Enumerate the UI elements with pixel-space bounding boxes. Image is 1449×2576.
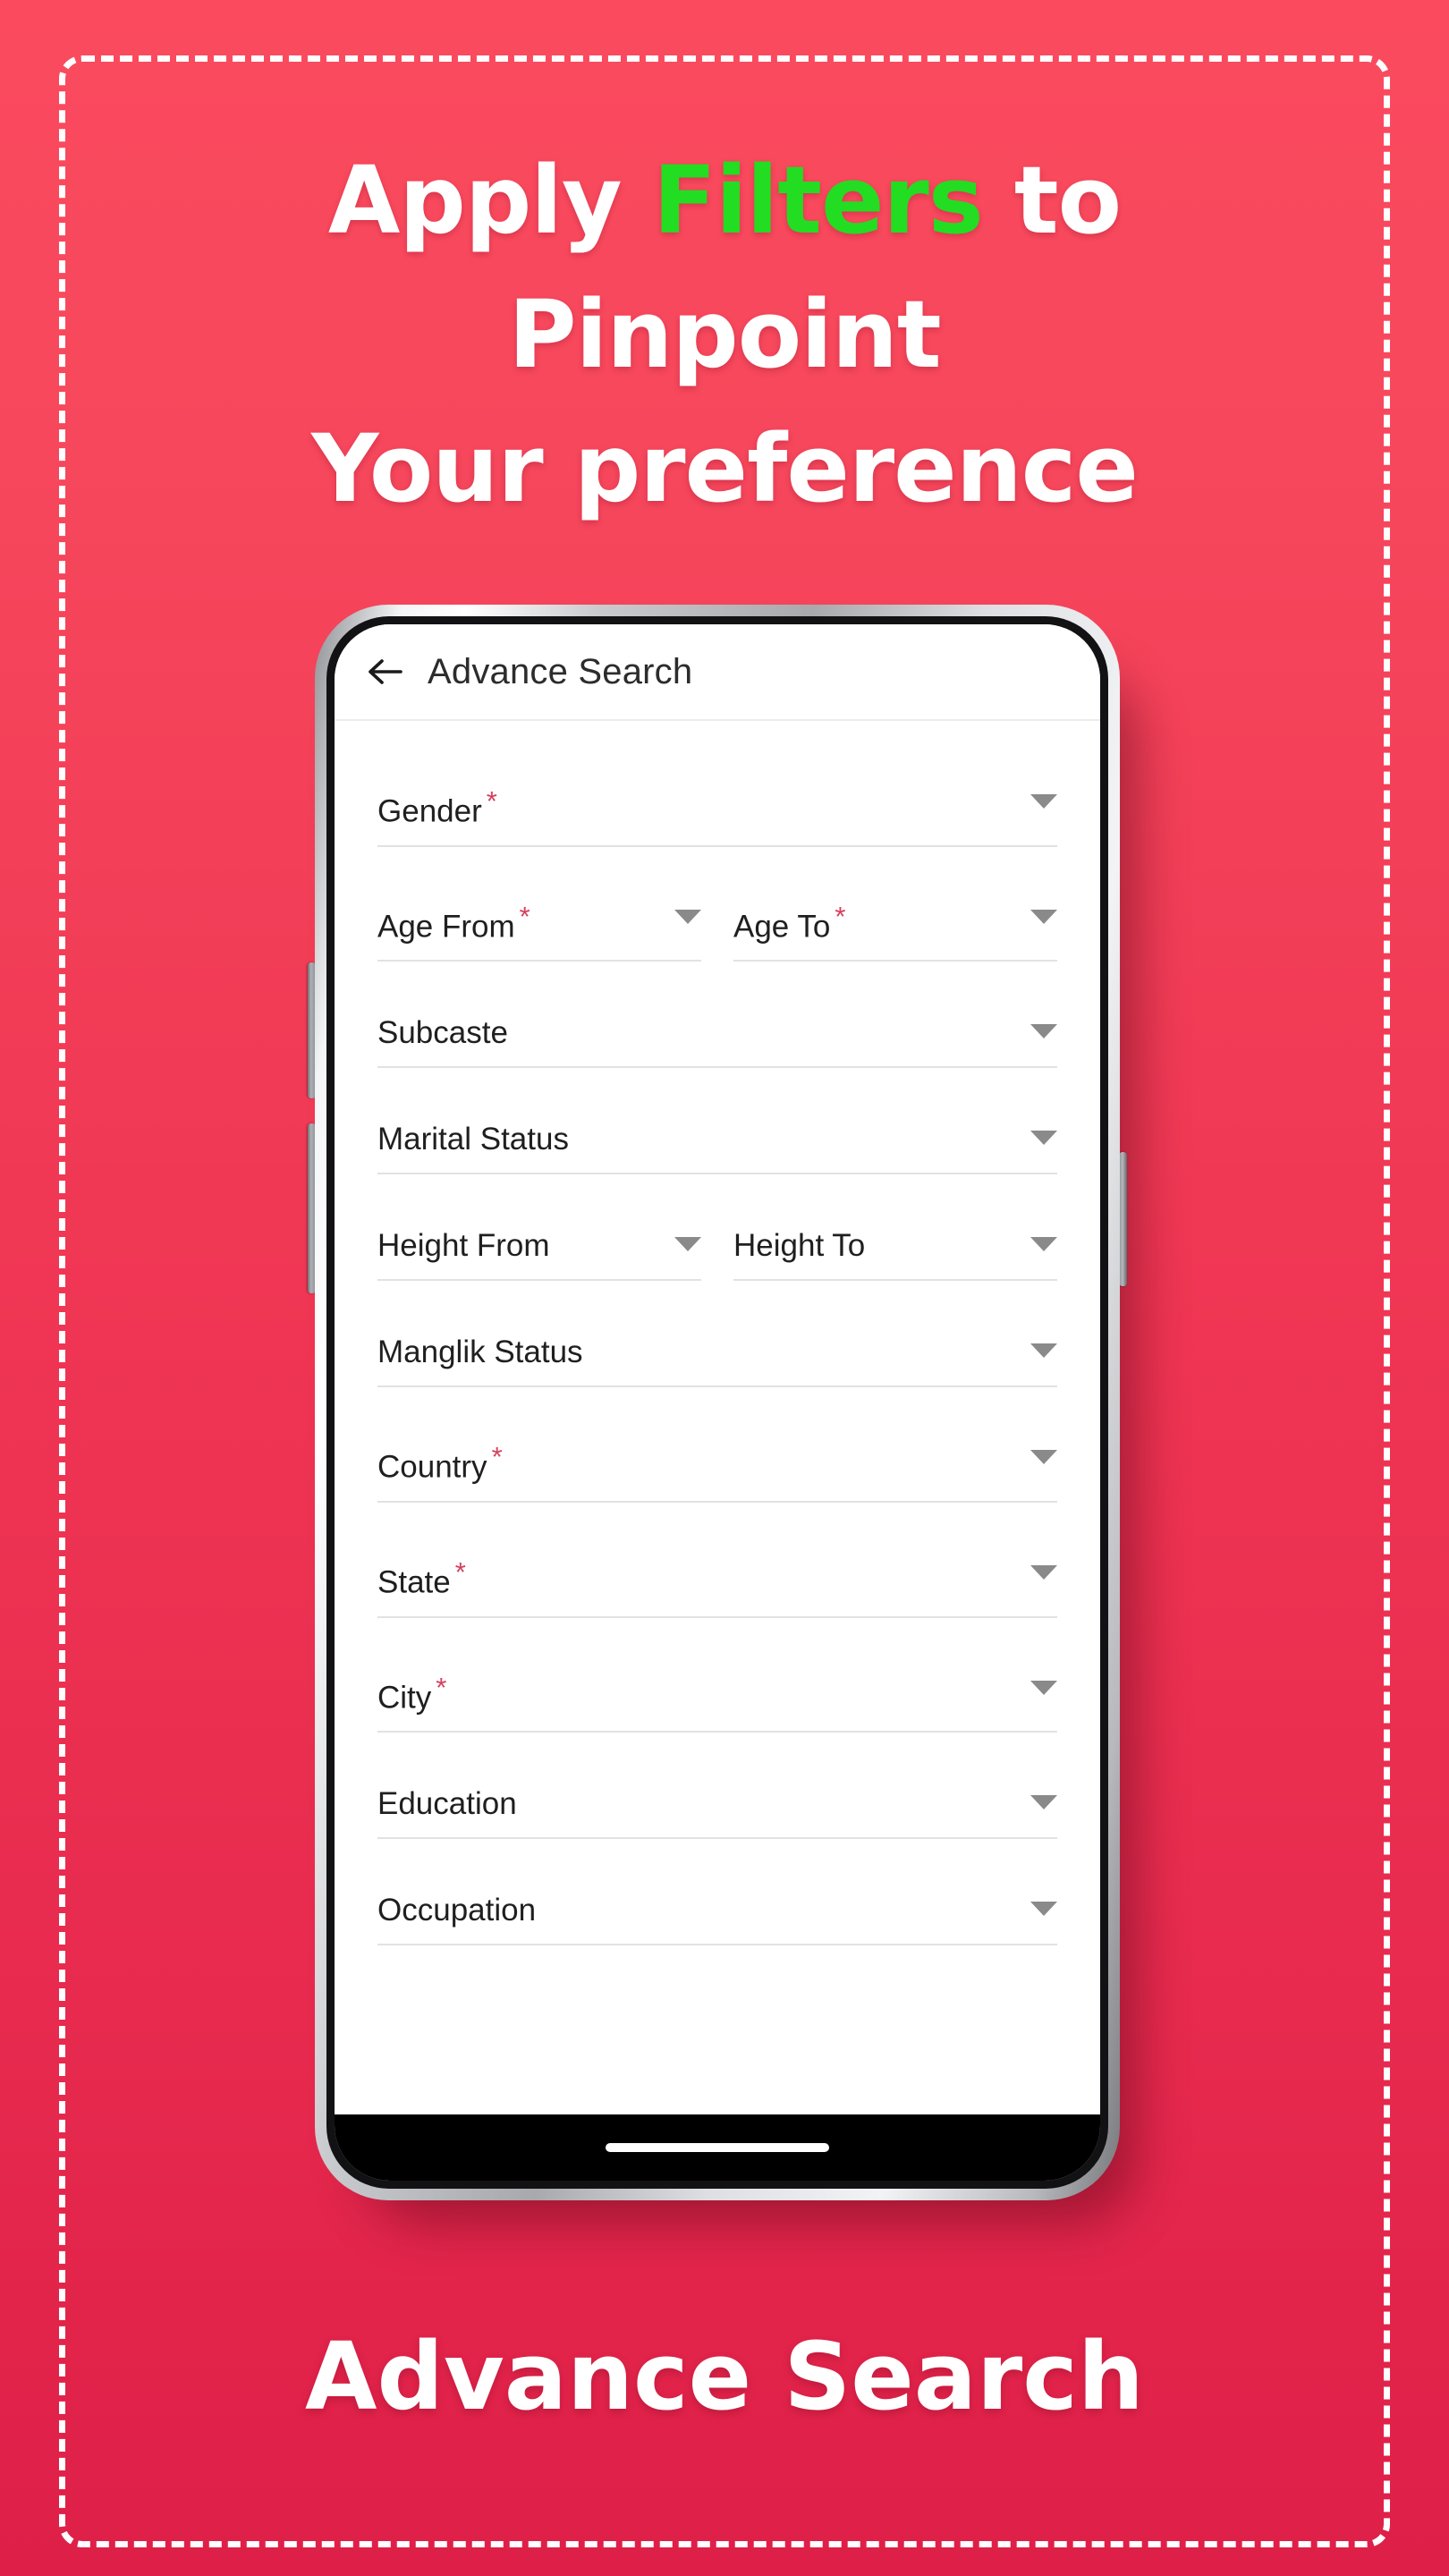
- field-label-city: City *: [377, 1671, 447, 1716]
- form-row: Marital Status: [377, 1123, 1057, 1230]
- required-asterisk: *: [436, 1671, 447, 1703]
- required-asterisk: *: [486, 785, 497, 817]
- caret-down-icon[interactable]: [1030, 1902, 1057, 1917]
- field-label-age-from: Age From *: [377, 900, 530, 945]
- field-label-height-to: Height To: [733, 1228, 866, 1264]
- headline-accent-word: Filters: [652, 146, 984, 255]
- promo-headline: Apply Filters to Pinpoint Your preferenc…: [0, 134, 1449, 536]
- field-age-from[interactable]: Age From *: [377, 902, 701, 962]
- form-row: Subcaste: [377, 1017, 1057, 1123]
- power-button[interactable]: [1119, 1152, 1127, 1286]
- caret-down-icon[interactable]: [1030, 794, 1057, 809]
- home-gesture-pill[interactable]: [606, 2143, 829, 2152]
- caret-down-icon[interactable]: [1030, 1564, 1057, 1580]
- system-navigation-bar: [335, 2114, 1100, 2181]
- arrow-left-icon[interactable]: [365, 651, 406, 692]
- field-height-from[interactable]: Height From: [377, 1228, 701, 1282]
- form-row: Manglik Status: [377, 1336, 1057, 1443]
- field-label-gender: Gender *: [377, 785, 497, 829]
- caret-down-icon[interactable]: [674, 1237, 701, 1252]
- app-bar-title: Advance Search: [428, 651, 693, 691]
- field-country[interactable]: Country *: [377, 1443, 1057, 1503]
- form-row: State *: [377, 1558, 1057, 1674]
- field-city[interactable]: City *: [377, 1674, 1057, 1733]
- field-label-occupation: Occupation: [377, 1893, 537, 1928]
- headline-line-3: Your preference: [311, 413, 1139, 523]
- field-gender[interactable]: Gender *: [377, 787, 1057, 847]
- caret-down-icon[interactable]: [674, 909, 701, 924]
- field-label-education: Education: [377, 1786, 517, 1822]
- field-age-to[interactable]: Age To *: [733, 902, 1057, 962]
- field-label-manglik-status: Manglik Status: [377, 1335, 583, 1370]
- caret-down-icon[interactable]: [1030, 1680, 1057, 1695]
- form-row: City *: [377, 1674, 1057, 1789]
- caret-down-icon[interactable]: [1030, 1237, 1057, 1252]
- caret-down-icon[interactable]: [1030, 1450, 1057, 1465]
- field-subcaste[interactable]: Subcaste: [377, 1015, 1057, 1069]
- caret-down-icon[interactable]: [1030, 1024, 1057, 1039]
- promo-banner: Apply Filters to Pinpoint Your preferenc…: [0, 0, 1449, 2576]
- field-education[interactable]: Education: [377, 1786, 1057, 1840]
- required-asterisk: *: [454, 1555, 466, 1588]
- phone-mockup: Advance Search Gender * Age From * Age To * Su…: [308, 605, 1127, 2215]
- phone-bezel: Advance Search Gender * Age From * Age To * Su…: [326, 616, 1108, 2189]
- field-label-marital-status: Marital Status: [377, 1122, 569, 1157]
- form-row: Age From * Age To *: [377, 902, 1057, 1018]
- app-bar: Advance Search: [335, 624, 1100, 721]
- field-manglik-status[interactable]: Manglik Status: [377, 1335, 1057, 1388]
- required-asterisk: *: [491, 1441, 503, 1473]
- phone-frame: Advance Search Gender * Age From * Age To * Su…: [315, 605, 1120, 2200]
- form-row: Education: [377, 1788, 1057, 1894]
- form-row: Country *: [377, 1443, 1057, 1558]
- caret-down-icon[interactable]: [1030, 1343, 1057, 1359]
- headline-text-pre: Apply: [327, 146, 653, 255]
- form-row: Height From Height To: [377, 1230, 1057, 1336]
- phone-screen: Advance Search Gender * Age From * Age To * Su…: [335, 624, 1100, 2181]
- advance-search-form: Gender * Age From * Age To * Subcaste Marital S…: [335, 721, 1100, 2114]
- headline-text-post: to: [982, 146, 1122, 255]
- field-label-country: Country *: [377, 1441, 503, 1485]
- field-state[interactable]: State *: [377, 1558, 1057, 1618]
- field-label-height-from: Height From: [377, 1228, 550, 1264]
- field-height-to[interactable]: Height To: [733, 1228, 1057, 1282]
- caret-down-icon[interactable]: [1030, 1795, 1057, 1810]
- field-marital-status[interactable]: Marital Status: [377, 1122, 1057, 1175]
- field-label-age-to: Age To *: [733, 900, 846, 945]
- field-occupation[interactable]: Occupation: [377, 1893, 1057, 1946]
- required-asterisk: *: [519, 900, 530, 932]
- required-asterisk: *: [835, 900, 846, 932]
- headline-line-2: Pinpoint: [508, 279, 941, 389]
- field-label-state: State *: [377, 1555, 466, 1600]
- form-row: Gender *: [377, 787, 1057, 902]
- field-label-subcaste: Subcaste: [377, 1015, 508, 1051]
- promo-caption: Advance Search: [305, 2322, 1144, 2431]
- form-row: Occupation: [377, 1894, 1057, 2001]
- caret-down-icon[interactable]: [1030, 909, 1057, 924]
- headline-line-1: Apply Filters to: [0, 134, 1449, 268]
- caret-down-icon[interactable]: [1030, 1131, 1057, 1146]
